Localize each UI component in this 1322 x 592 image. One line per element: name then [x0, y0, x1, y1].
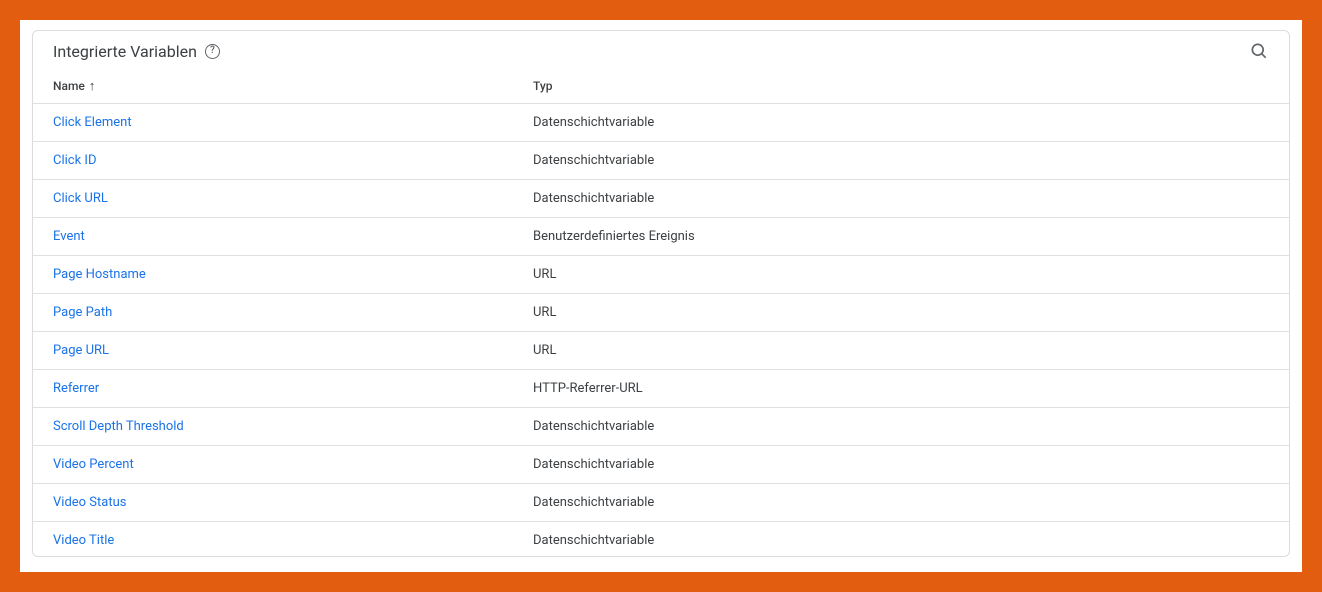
cell-name: Page Hostname [53, 267, 533, 282]
variable-link[interactable]: Referrer [53, 381, 99, 396]
table-row: Page Hostname URL [33, 256, 1289, 294]
cell-name: Event [53, 229, 533, 244]
variable-link[interactable]: Click Element [53, 115, 132, 130]
variable-link[interactable]: Video Status [53, 495, 126, 510]
variable-link[interactable]: Event [53, 229, 85, 244]
cell-name: Video Percent [53, 457, 533, 472]
cell-typ: Datenschichtvariable [533, 495, 1269, 510]
table-header: Name ↑ Typ [33, 69, 1289, 104]
cell-typ: URL [533, 267, 1269, 282]
column-header-name-label: Name [53, 79, 85, 93]
variable-link[interactable]: Video Title [53, 533, 114, 548]
table-row: Click ID Datenschichtvariable [33, 142, 1289, 180]
cell-typ: Datenschichtvariable [533, 191, 1269, 206]
cell-typ: Datenschichtvariable [533, 419, 1269, 434]
column-header-name[interactable]: Name ↑ [53, 79, 533, 93]
column-header-typ-label: Typ [533, 79, 553, 93]
variable-link[interactable]: Scroll Depth Threshold [53, 419, 184, 434]
cell-typ: Benutzerdefiniertes Ereignis [533, 229, 1269, 244]
cell-name: Video Status [53, 495, 533, 510]
table-row: Video Status Datenschichtvariable [33, 484, 1289, 522]
variable-link[interactable]: Click ID [53, 153, 96, 168]
variable-link[interactable]: Page Path [53, 305, 112, 320]
table-row: Scroll Depth Threshold Datenschichtvariab… [33, 408, 1289, 446]
cell-typ: Datenschichtvariable [533, 533, 1269, 548]
cell-name: Video Title [53, 533, 533, 548]
variables-card: Integrierte Variablen ? Name ↑ Typ Click… [32, 30, 1290, 557]
table-row: Click URL Datenschichtvariable [33, 180, 1289, 218]
cell-name: Referrer [53, 381, 533, 396]
table-row: Video Title Datenschichtvariable [33, 522, 1289, 557]
variable-link[interactable]: Click URL [53, 191, 108, 206]
table-row: Page URL URL [33, 332, 1289, 370]
card-header: Integrierte Variablen ? [33, 31, 1289, 69]
cell-typ: HTTP-Referrer-URL [533, 381, 1269, 396]
cell-typ: URL [533, 343, 1269, 358]
cell-typ: Datenschichtvariable [533, 457, 1269, 472]
table-row: Video Percent Datenschichtvariable [33, 446, 1289, 484]
cell-name: Scroll Depth Threshold [53, 419, 533, 434]
table-body: Click ElementDatenschichtvariableClick I… [33, 104, 1289, 557]
help-icon[interactable]: ? [205, 44, 220, 59]
search-icon[interactable] [1249, 41, 1269, 61]
cell-name: Click Element [53, 115, 533, 130]
cell-name: Click URL [53, 191, 533, 206]
outer-frame: Integrierte Variablen ? Name ↑ Typ Click… [20, 20, 1302, 572]
column-header-typ[interactable]: Typ [533, 79, 1269, 93]
sort-ascending-icon: ↑ [89, 80, 96, 93]
table-row: Referrer HTTP-Referrer-URL [33, 370, 1289, 408]
variable-link[interactable]: Page Hostname [53, 267, 146, 282]
table-row: Event Benutzerdefiniertes Ereignis [33, 218, 1289, 256]
cell-name: Page Path [53, 305, 533, 320]
cell-typ: Datenschichtvariable [533, 153, 1269, 168]
cell-name: Click ID [53, 153, 533, 168]
card-title-wrap: Integrierte Variablen ? [53, 42, 220, 61]
cell-typ: URL [533, 305, 1269, 320]
card-title: Integrierte Variablen [53, 42, 197, 61]
cell-typ: Datenschichtvariable [533, 115, 1269, 130]
cell-name: Page URL [53, 343, 533, 358]
table-row: Click Element Datenschichtvariable [33, 104, 1289, 142]
table-row: Page Path URL [33, 294, 1289, 332]
variable-link[interactable]: Video Percent [53, 457, 134, 472]
variable-link[interactable]: Page URL [53, 343, 109, 358]
